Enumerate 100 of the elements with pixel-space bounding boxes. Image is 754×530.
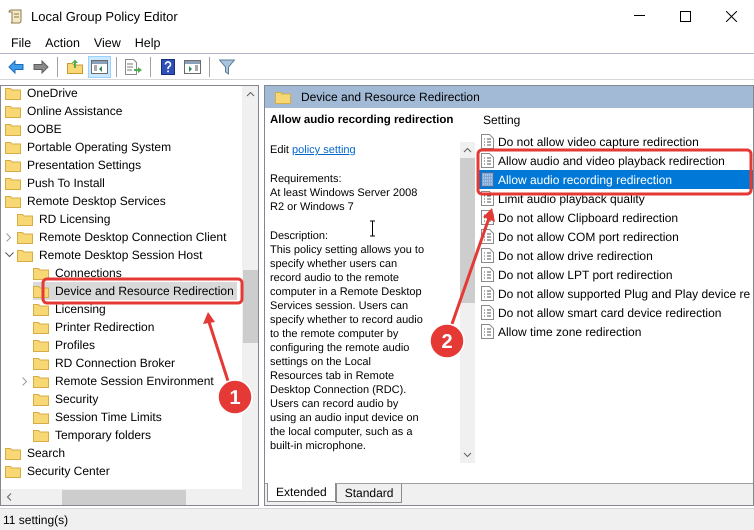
folder-icon: [33, 338, 49, 352]
tree-item[interactable]: RD Connection Broker: [33, 354, 178, 372]
menu-item[interactable]: File: [4, 32, 38, 52]
status-text: 11 setting(s): [3, 512, 68, 526]
scroll-thumb[interactable]: [62, 490, 186, 504]
view-tab[interactable]: Standard: [336, 484, 402, 503]
setting-row[interactable]: Allow time zone redirection: [478, 322, 753, 341]
tree-item[interactable]: OneDrive: [5, 84, 81, 102]
document-list-icon: [481, 248, 494, 263]
folder-icon: [5, 464, 21, 478]
folder-icon: [33, 392, 49, 406]
description-label: Description:: [270, 229, 330, 243]
checkered-document-icon: [481, 172, 494, 187]
menu-item[interactable]: Help: [128, 32, 168, 52]
vertical-scrollbar[interactable]: [242, 86, 258, 489]
folder-icon: [5, 122, 21, 136]
folder-icon: [5, 104, 21, 118]
document-list-icon: [481, 134, 494, 149]
scroll-thumb[interactable]: [460, 158, 475, 303]
console-tree-icon: [91, 60, 108, 74]
tree-item[interactable]: Remote Desktop Session Host: [17, 246, 206, 264]
tree-item[interactable]: Remote Desktop Connection Client: [17, 228, 230, 246]
folder-icon: [5, 158, 21, 172]
export-list-icon: [125, 58, 142, 74]
folder-icon: [5, 86, 21, 100]
scroll-icon: [8, 8, 24, 24]
horizontal-scrollbar[interactable]: [1, 489, 258, 505]
tree-item[interactable]: Profiles: [33, 336, 98, 354]
folder-icon: [17, 212, 33, 226]
policy-setting-link[interactable]: policy setting: [292, 144, 356, 156]
tree-item[interactable]: OOBE: [5, 120, 65, 138]
tree-item[interactable]: Presentation Settings: [5, 156, 144, 174]
chevron-right-icon[interactable]: [22, 376, 28, 386]
document-list-icon: [481, 324, 494, 339]
tree-item[interactable]: Remote Desktop Services: [5, 192, 169, 210]
requirements-text: At least Windows Server 2008 R2 or Windows 7: [270, 186, 418, 214]
tree-item[interactable]: Remote Session Environment: [33, 372, 217, 390]
folder-icon: [33, 266, 49, 280]
tree-item[interactable]: Security: [33, 390, 102, 408]
folder-icon: [33, 320, 49, 334]
maximize-icon: [680, 10, 690, 22]
action-pane-icon: [184, 60, 201, 74]
menu-item[interactable]: View: [86, 32, 128, 52]
description-text: This policy setting allows you to specify whether users can record audio to the remote computer in a Remote Desktop Services session. Users can specify whether to record audio to the remote computer by configuring the remote audio settings on the Local Resources tab in Remote Desktop Connection (RDC). Users can record audio by using an audio input device on the local computer, such as a built-in microphone.: [270, 243, 426, 453]
requirements-label: Requirements:: [270, 172, 343, 186]
toolbar-button[interactable]: [88, 56, 111, 78]
tree-item[interactable]: Push To Install: [5, 174, 108, 192]
folder-icon: [17, 248, 33, 262]
vertical-scrollbar[interactable]: [460, 142, 475, 463]
close-icon: [726, 10, 736, 22]
chevron-right-icon[interactable]: [6, 232, 12, 242]
tree-item[interactable]: Online Assistance: [5, 102, 126, 120]
folder-title: Device and Resource Redirection: [301, 90, 480, 104]
tree-item[interactable]: Search: [5, 444, 68, 462]
menu-item[interactable]: Action: [38, 32, 87, 52]
scroll-thumb[interactable]: [242, 270, 258, 343]
setting-row[interactable]: Do not allow drive redirection: [478, 246, 753, 265]
chevron-down-icon[interactable]: [4, 252, 14, 258]
folder-icon: [33, 302, 49, 316]
column-header[interactable]: Setting: [478, 108, 753, 132]
callout-badge: 2: [429, 323, 465, 359]
document-list-icon: [481, 153, 494, 168]
filter-icon: [218, 58, 234, 74]
tree-item[interactable]: Printer Redirection: [33, 318, 158, 336]
setting-row[interactable]: Allow audio and video playback redirection: [478, 151, 753, 170]
tree-item[interactable]: Device and Resource Redirection: [33, 282, 237, 300]
folder-icon: [33, 428, 49, 442]
folder-icon: [275, 90, 291, 104]
setting-row[interactable]: Allow audio recording redirection: [478, 170, 753, 189]
document-list-icon: [481, 267, 494, 282]
view-tab[interactable]: Extended: [267, 483, 336, 502]
back-arrow-icon: [8, 60, 24, 74]
help-icon: [160, 58, 174, 74]
tree-item[interactable]: Temporary folders: [33, 426, 154, 444]
setting-row[interactable]: Do not allow LPT port redirection: [478, 265, 753, 284]
folder-icon: [33, 374, 49, 388]
policy-title: Allow audio recording redirection: [270, 113, 454, 127]
tree-item[interactable]: Session Time Limits: [33, 408, 165, 426]
setting-row[interactable]: Do not allow supported Plug and Play device re: [478, 284, 753, 303]
folder-icon: [5, 194, 21, 208]
tree-item[interactable]: Security Center: [5, 462, 113, 480]
folder-icon: [33, 356, 49, 370]
tree-item[interactable]: RD Licensing: [17, 210, 114, 228]
folder-icon: [5, 176, 21, 190]
forward-arrow-icon: [32, 60, 48, 74]
setting-row[interactable]: Do not allow COM port redirection: [478, 227, 753, 246]
window-title: Local Group Policy Editor: [31, 8, 179, 24]
folder-up-icon: [66, 59, 82, 74]
callout-badge: 1: [217, 379, 253, 415]
edit-label: Edit: [270, 144, 289, 156]
folder-icon: [17, 230, 33, 244]
setting-row[interactable]: Do not allow video capture redirection: [478, 132, 753, 151]
setting-row[interactable]: Limit audio playback quality: [478, 189, 753, 208]
tree-item[interactable]: Portable Operating System: [5, 138, 174, 156]
folder-icon: [5, 446, 21, 460]
document-list-icon: [481, 286, 494, 301]
tree-item[interactable]: Connections: [33, 264, 125, 282]
setting-row[interactable]: Do not allow smart card device redirection: [478, 303, 753, 322]
tree-item[interactable]: Licensing: [33, 300, 109, 318]
text-cursor-icon: [370, 220, 376, 236]
